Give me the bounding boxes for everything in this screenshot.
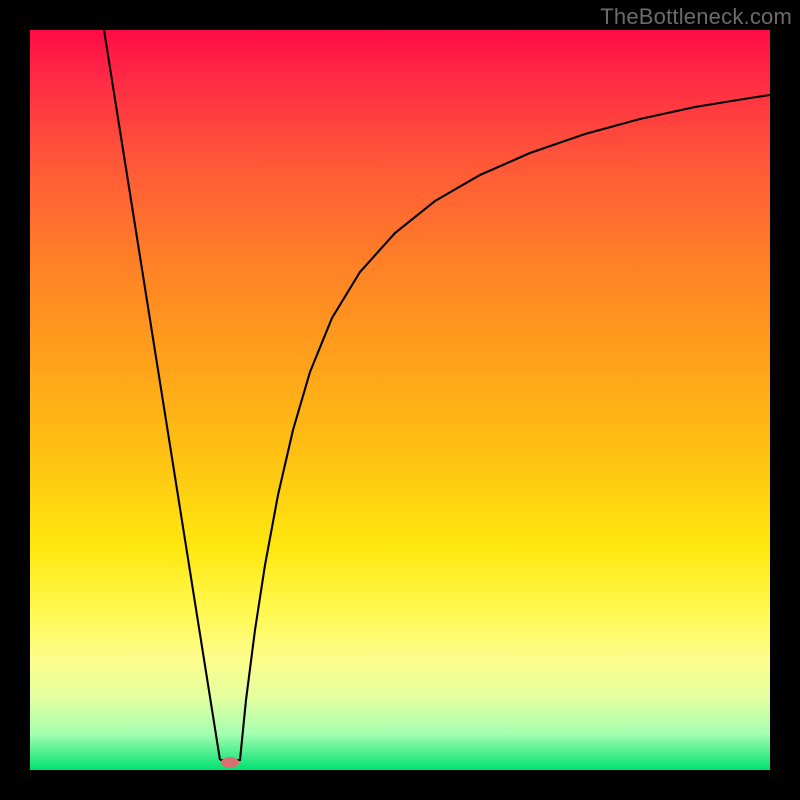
valley-marker [221, 757, 239, 768]
chart-frame: TheBottleneck.com [0, 0, 800, 800]
curve-left-branch [104, 30, 220, 760]
bottleneck-curve [30, 30, 770, 770]
watermark-text: TheBottleneck.com [600, 4, 792, 30]
curve-right-branch [220, 95, 770, 760]
plot-area [30, 30, 770, 770]
